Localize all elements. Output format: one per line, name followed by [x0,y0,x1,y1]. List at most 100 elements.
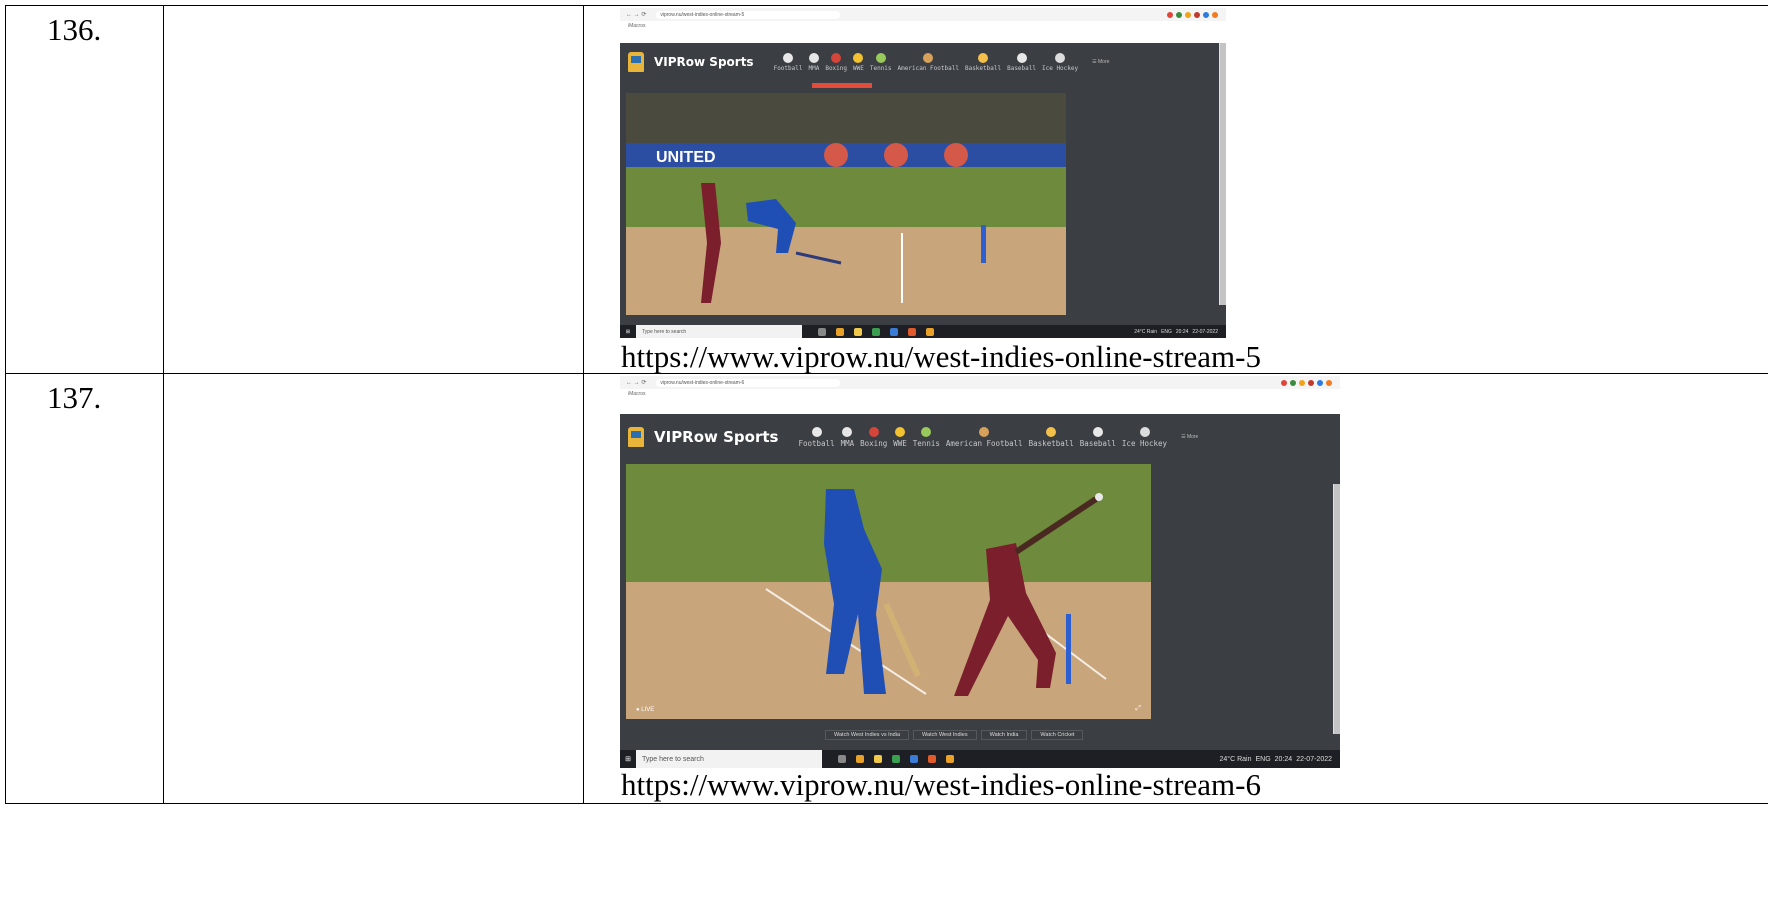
taskbar-apps [838,755,954,763]
nav-label: Football [773,64,803,72]
nav-label: Tennis [869,64,892,72]
system-tray: 24°C Rain ENG 20:24 22-07-2022 [1134,329,1218,335]
nav-label: Basketball [964,64,1002,72]
browser-screenshot: ← → ⟳ viprow.nu/west-indies-online-strea… [620,8,1226,338]
nav-arrows-icon: ← → ⟳ [626,12,647,18]
task-view-icon[interactable] [838,755,846,763]
wwe-icon [853,52,864,63]
excel-icon[interactable] [872,327,880,336]
table-row: 136. ← → ⟳ viprow.nu/west-indies-online-… [5,5,1768,374]
link-west-indies[interactable]: Watch West Indies [913,730,977,740]
chrome-icon[interactable] [836,327,844,336]
extension-icon [1317,379,1323,386]
sports-nav: Football MMA Boxing WWE Tennis American … [773,52,1085,72]
chrome-icon[interactable] [946,755,954,763]
stream-links: Watch West Indies vs India Watch West In… [825,730,1084,740]
nav-label: MMA [808,64,820,72]
link-india[interactable]: Watch India [980,730,1028,740]
nav-label: Tennis [912,438,940,448]
basketball-icon [1046,426,1057,437]
clock-time: 20:24 [1274,755,1293,763]
baseball-icon [1092,426,1103,437]
language: ENG [1255,755,1271,763]
windows-start-icon[interactable]: ⊞ [620,329,636,335]
nav-label: Boxing [860,438,888,448]
nav-boxing[interactable]: Boxing [860,426,888,448]
nav-american-football[interactable]: American Football [898,52,959,72]
row-number: 137. [5,373,164,804]
nav-baseball[interactable]: Baseball [1007,52,1036,72]
brand-name: VIPRow Sports [654,55,754,69]
chrome-icon[interactable] [926,327,934,336]
nav-mma[interactable]: MMA [841,426,854,448]
extension-icon [1176,11,1182,18]
link-cricket[interactable]: Watch Cricket [1031,730,1084,740]
windows-start-icon[interactable]: ⊞ [620,755,636,763]
nav-tennis[interactable]: Tennis [869,52,892,72]
page-scrollbar[interactable] [1219,43,1226,305]
app-icon[interactable] [908,327,916,336]
banner-text: UNITED [656,149,716,166]
nav-basketball[interactable]: Basketball [1029,426,1074,448]
ice-hockey-icon [1139,426,1150,437]
link-west-indies-vs-india[interactable]: Watch West Indies vs India [825,730,910,740]
table-row: 137. ← → ⟳ viprow.nu/west-indies-online-… [5,373,1768,804]
nav-label: Baseball [1007,64,1036,72]
baseball-icon [1016,52,1027,63]
empty-cell [163,5,584,374]
nav-label: WWE [853,64,864,72]
nav-wwe[interactable]: WWE [893,426,907,448]
chrome-icon[interactable] [856,755,864,763]
viprow-site: VIPRow Sports Football MMA Boxing WWE Te… [620,414,1340,768]
nav-label: American Football [945,438,1023,448]
nav-wwe[interactable]: WWE [853,52,864,72]
nav-label: Ice Hockey [1121,438,1168,448]
viprow-site: VIPRow Sports Football MMA Boxing WWE Te… [620,43,1226,338]
nav-football[interactable]: Football [773,52,803,72]
video-player[interactable]: ● LIVE ⤢ [626,464,1151,719]
file-explorer-icon[interactable] [874,755,882,763]
boxing-icon [831,52,842,63]
american-football-icon [979,426,990,437]
app-icon[interactable] [928,755,936,763]
address-bar: viprow.nu/west-indies-online-stream-6 [656,378,841,387]
nav-label: Football [798,438,835,448]
nav-ice-hockey[interactable]: Ice Hockey [1042,52,1078,72]
wwe-icon [895,426,905,437]
mma-icon [808,52,819,63]
video-player[interactable]: UNITED [626,93,1066,315]
more-menu[interactable]: ☰ More [1092,59,1109,65]
language: ENG [1161,328,1172,335]
nav-label: Baseball [1079,438,1116,448]
source-url: https://www.viprow.nu/west-indies-online… [621,767,1261,802]
ad-bar [812,83,872,88]
live-indicator[interactable]: ● LIVE [636,707,654,713]
nav-football[interactable]: Football [798,426,835,448]
nav-ice-hockey[interactable]: Ice Hockey [1121,426,1168,448]
nav-basketball[interactable]: Basketball [964,52,1002,72]
app-icon[interactable] [890,327,898,336]
taskbar-search[interactable]: Type here to search [636,750,822,768]
nav-american-football[interactable]: American Football [945,426,1023,448]
more-menu[interactable]: ☰ More [1181,434,1198,440]
nav-mma[interactable]: MMA [808,52,820,72]
nav-baseball[interactable]: Baseball [1079,426,1116,448]
basketball-icon [978,52,989,63]
app-icon[interactable] [910,755,918,763]
task-view-icon[interactable] [818,327,826,336]
nav-tennis[interactable]: Tennis [912,426,940,448]
football-icon [783,52,794,63]
boxing-icon [868,426,879,437]
extension-icon [1290,379,1296,386]
extensions [1167,11,1218,18]
nav-label: WWE [893,438,907,448]
page-scrollbar[interactable] [1333,484,1340,734]
fullscreen-icon[interactable]: ⤢ [1135,705,1141,713]
football-icon [811,426,822,437]
nav-label: Boxing [825,64,848,72]
file-explorer-icon[interactable] [854,327,862,336]
nav-boxing[interactable]: Boxing [825,52,848,72]
taskbar-search[interactable]: Type here to search [636,325,802,338]
american-football-icon [923,52,934,63]
excel-icon[interactable] [892,755,900,763]
